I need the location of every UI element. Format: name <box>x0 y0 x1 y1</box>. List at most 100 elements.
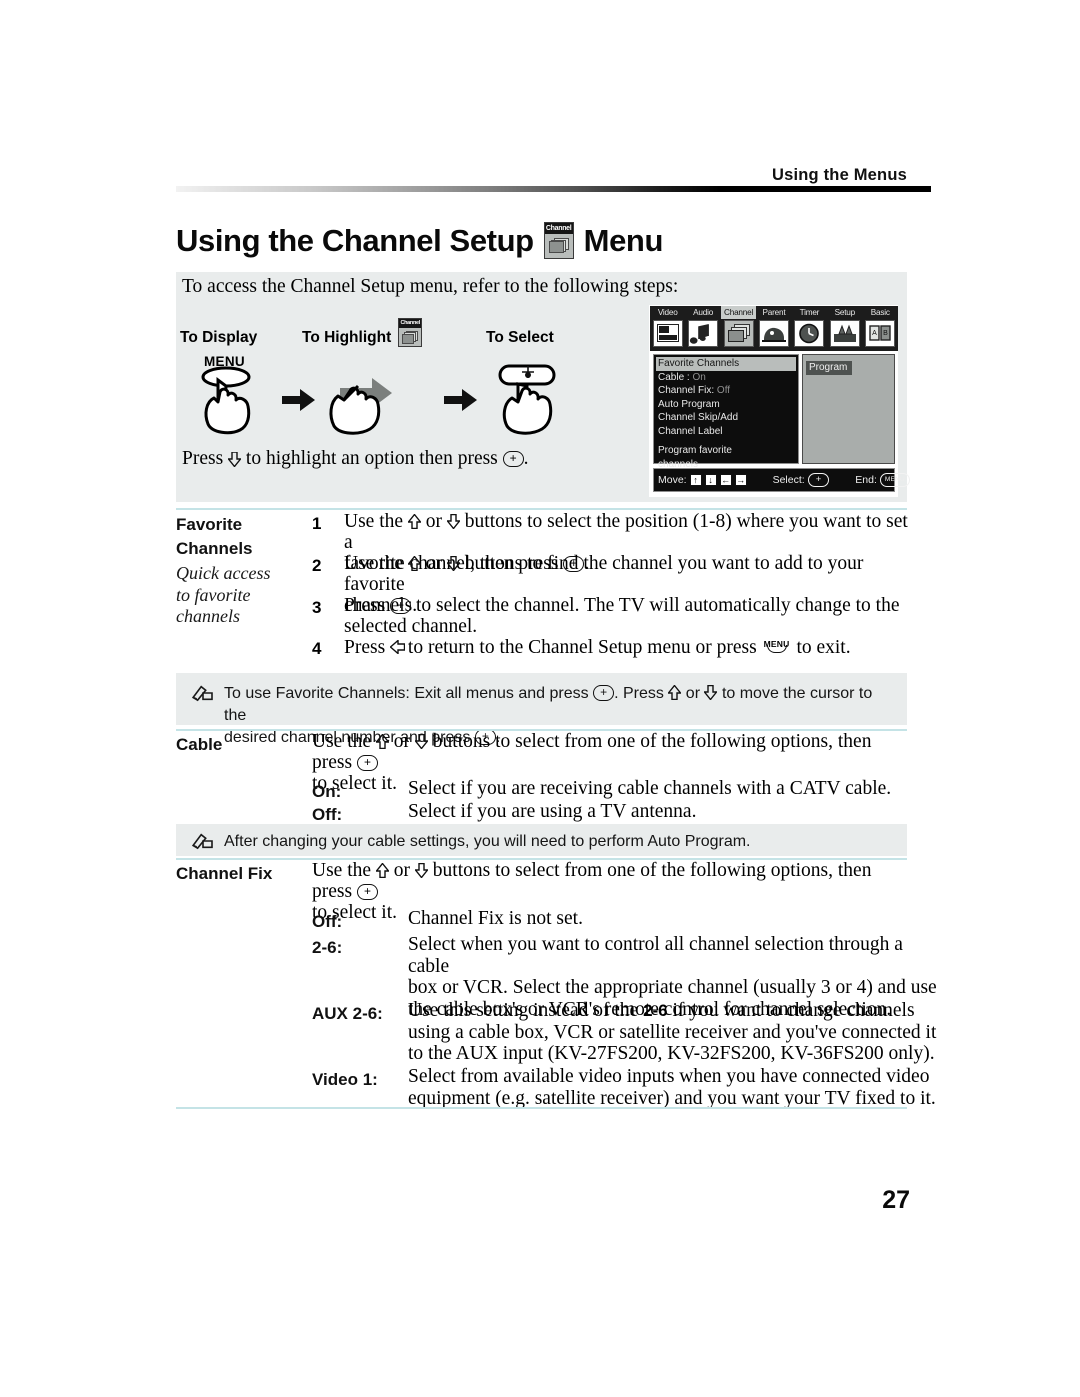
option-name-cf-off: Off: <box>312 912 343 931</box>
option-name-cable-on: On: <box>312 782 342 801</box>
osd-item-channel-label[interactable]: Channel Label <box>654 425 798 439</box>
osd-tab-channel[interactable]: Channel <box>720 306 757 351</box>
osd-tab-timer-label: Timer <box>799 308 820 317</box>
label-to-highlight-group: To Highlight Channel <box>302 318 423 358</box>
label-to-select: To Select <box>486 329 554 346</box>
osd-key-up[interactable]: ↑ <box>689 474 702 486</box>
osd-tab-basic[interactable]: Basic A B <box>863 306 898 351</box>
select-plus-icon: + <box>593 685 615 701</box>
select-plus-icon: + <box>390 598 412 614</box>
header-rule <box>176 186 931 192</box>
osd-tab-timer[interactable]: Timer <box>792 306 827 351</box>
osd-item-channel-fix[interactable]: Channel Fix: Off <box>654 384 798 398</box>
term-favorite-sub-3: channels <box>176 606 240 626</box>
term-favorite-sub-1: Quick access <box>176 563 271 583</box>
step-text-4: Press to return to the Channel Setup men… <box>344 637 851 658</box>
osd-tab-setup-label: Setup <box>834 308 856 317</box>
basic-blocks-icon: A B <box>865 320 896 347</box>
osd-item-favorite-channels[interactable]: Favorite Channels <box>656 357 796 371</box>
intro-press-end: . <box>523 448 529 469</box>
hand-press-select <box>492 356 570 441</box>
osd-end-key[interactable]: MENU <box>879 473 910 487</box>
down-arrow-icon <box>414 863 428 878</box>
option-desc-cf-off: Channel Fix is not set. <box>408 908 583 929</box>
cf-aux-line2: using a cable box, VCR or satellite rece… <box>408 1021 937 1043</box>
note1-line1-c: or <box>685 685 701 702</box>
cf-2-6-line1: Select when you want to control all chan… <box>408 934 903 977</box>
up-arrow-icon <box>407 556 421 571</box>
parental-dog-icon <box>758 320 789 347</box>
osd-item-auto-program[interactable]: Auto Program <box>654 398 798 412</box>
osd-item-channel-fix-value: Off <box>716 385 731 396</box>
term-favorite-line2: Channels <box>176 539 253 558</box>
svg-text:A: A <box>872 330 877 337</box>
osd-body: Favorite Channels Cable : On Channel Fix… <box>653 354 895 470</box>
document-page: Using the Menus Using the Channel Setup … <box>0 0 1080 1397</box>
osd-tab-parent[interactable]: Parent <box>756 306 791 351</box>
cf-video1-line1: Select from available video inputs when … <box>408 1066 930 1087</box>
cf-desc-a: Use the <box>312 860 372 881</box>
osd-program-label: Program <box>806 361 853 375</box>
select-plus-icon: + <box>356 884 378 900</box>
down-arrow-icon <box>414 734 428 749</box>
running-head: Using the Menus <box>771 166 907 184</box>
page-title-text-before: Using the Channel Setup <box>176 222 534 258</box>
osd-select-key[interactable]: + <box>807 473 830 487</box>
osd-end-group: End: MENU <box>855 473 910 487</box>
option-desc-cf-aux: Use this setting instead of the 2-6 if y… <box>408 1000 938 1065</box>
channel-menu-icon-small-label: Channel <box>399 319 422 328</box>
osd-right-panel: Program <box>802 354 895 464</box>
down-arrow-icon <box>446 556 460 571</box>
channel-stack-glyph-small <box>402 331 419 344</box>
page-title-text-after: Menu <box>583 222 664 258</box>
osd-key-left[interactable]: ← <box>719 474 732 486</box>
cf-video1-line2: equipment (e.g. satellite receiver) and … <box>408 1087 936 1109</box>
clock-icon <box>794 320 825 347</box>
note-favorite-channels: To use Favorite Channels: Exit all menus… <box>176 673 907 746</box>
osd-tab-video[interactable]: Video <box>650 306 685 351</box>
intro-press-line: Press to highlight an option then press … <box>182 448 529 470</box>
channel-stack-glyph <box>548 238 569 253</box>
left-arrow-icon <box>390 640 406 655</box>
osd-key-right[interactable]: → <box>734 474 747 486</box>
hand-highlight-svg <box>329 378 392 435</box>
up-arrow-icon <box>668 685 682 700</box>
osd-tab-audio[interactable]: Audio <box>685 306 720 351</box>
term-channel-fix: Channel Fix <box>176 864 273 883</box>
note1-line1-b: . Press <box>614 685 664 702</box>
osd-key-down[interactable]: ↓ <box>704 474 717 486</box>
note-auto-program: After changing your cable settings, you … <box>176 824 907 856</box>
channel-menu-icon-label: Channel <box>544 223 573 234</box>
cf-desc-b: or <box>393 860 411 881</box>
osd-item-cable[interactable]: Cable : On <box>654 371 798 385</box>
step-number-4: 4 <box>312 639 322 658</box>
cf-aux-line1-pre: Use this setting instead of the <box>408 1000 644 1021</box>
channel-menu-icon: Channel <box>543 222 574 259</box>
note1-line1-a: To use Favorite Channels: Exit all menus… <box>224 685 589 702</box>
osd-move-group: Move: ↑ ↓ ← → <box>658 474 747 486</box>
hand-select-svg <box>498 364 556 435</box>
osd-hint-line-1: Program favorite <box>658 445 732 456</box>
option-desc-cable-on: Select if you are receiving cable channe… <box>408 778 892 799</box>
divider-favorite-top <box>176 508 907 510</box>
option-name-cf-aux: AUX 2-6: <box>312 1004 383 1023</box>
cf-aux-line1-bold: 2-6 <box>643 1001 668 1020</box>
osd-tab-channel-label: Channel <box>720 306 757 319</box>
term-favorite-line1: Favorite <box>176 515 243 534</box>
cable-desc-a: Use the <box>312 731 372 752</box>
note-pencil-icon <box>192 685 213 702</box>
cf-aux-line3: to the AUX input (KV-27FS200, KV-32FS200… <box>408 1043 935 1064</box>
option-name-cf-video1: Video 1: <box>312 1070 378 1089</box>
page-title: Using the Channel Setup Channel Menu <box>176 222 663 259</box>
osd-select-group: Select: + <box>773 473 830 487</box>
label-to-display: To Display <box>180 329 258 346</box>
video-icon <box>652 320 683 347</box>
menu-button-caption: MENU <box>204 354 245 369</box>
osd-item-channel-skip-add[interactable]: Channel Skip/Add <box>654 411 798 425</box>
osd-menu-list: Favorite Channels Cable : On Channel Fix… <box>653 354 799 470</box>
osd-move-label: Move: <box>658 474 687 486</box>
cable-desc-b: or <box>393 731 411 752</box>
osd-tab-setup[interactable]: Setup <box>827 306 862 351</box>
section-cable: Cable Use the or buttons to select from … <box>176 731 907 824</box>
section-favorite-channels: Favorite Channels Quick access to favori… <box>176 511 908 663</box>
